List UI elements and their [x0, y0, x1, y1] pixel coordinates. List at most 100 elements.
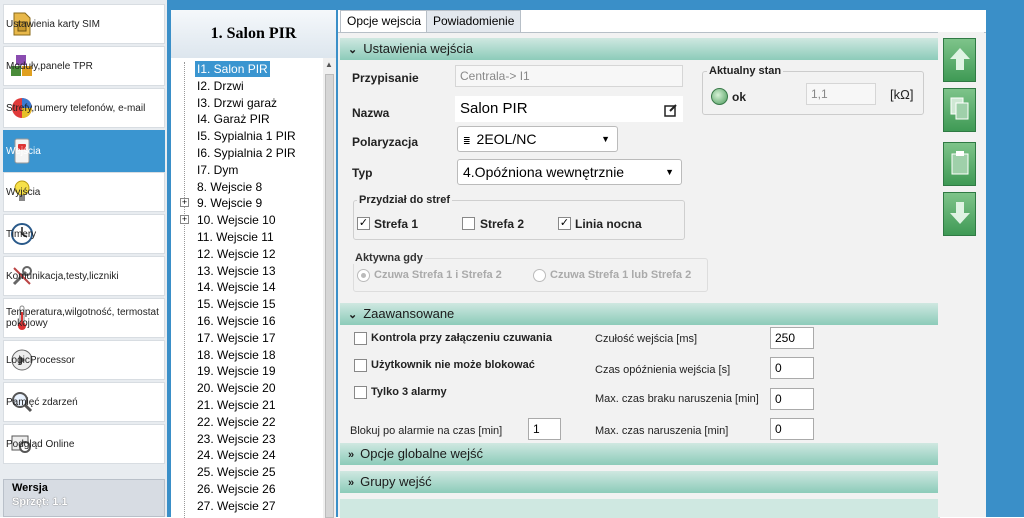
active-opt2-radio[interactable]: [533, 269, 546, 282]
tree-item[interactable]: I2. Drzwi: [195, 78, 246, 94]
scrollbar-thumb[interactable]: [325, 74, 334, 518]
nav-item-zones[interactable]: Strefy,numery telefonów, e-mail: [3, 88, 165, 128]
status-value: 1,1: [806, 83, 876, 105]
name-label: Nazwa: [352, 106, 390, 120]
paste-button[interactable]: [943, 142, 976, 186]
nav-item-outputs[interactable]: Wyjścia: [3, 172, 165, 212]
hardware-version: Sprzęt: 1.1: [12, 496, 68, 508]
nav-label: Strefy,numery telefonów, e-mail: [6, 102, 146, 114]
scroll-up-icon[interactable]: ▲: [325, 60, 333, 69]
tree-item[interactable]: 20. Wejscie 20: [195, 380, 278, 396]
max-no-violation-input[interactable]: 0: [770, 388, 814, 410]
nav-item-inputs[interactable]: Wejścia: [3, 130, 165, 172]
tab-input-options[interactable]: Opcje wejscia: [340, 10, 429, 32]
current-state-title: Aktualny stan: [707, 65, 784, 77]
tree-item[interactable]: 21. Wejscie 21: [195, 397, 278, 413]
section-input-settings[interactable]: ⌄ Ustawienia wejścia: [340, 38, 940, 60]
zone1-label: Strefa 1: [374, 217, 419, 231]
only-3-alarms-checkbox[interactable]: [354, 386, 367, 399]
active-opt1-radio[interactable]: [357, 269, 370, 282]
tree-item[interactable]: 12. Wejscie 12: [195, 246, 278, 262]
user-cannot-block-checkbox[interactable]: [354, 359, 367, 372]
nav-label: Ustawienia karty SIM: [6, 18, 100, 30]
zone1-checkbox[interactable]: ✓: [357, 217, 370, 230]
tree-item[interactable]: 17. Wejscie 17: [195, 330, 278, 346]
tree-connector: [184, 62, 185, 518]
nav-label: Wejścia: [6, 145, 41, 157]
zone2-checkbox[interactable]: [462, 217, 475, 230]
tree-item[interactable]: I4. Garaż PIR: [195, 111, 272, 127]
expand-chevron-icon: »: [348, 477, 355, 489]
tree-scrollbar[interactable]: ▲: [323, 58, 336, 518]
tree-item[interactable]: I1. Salon PIR: [195, 61, 270, 77]
type-value: 4.Opóźniona wewnętrznie: [463, 164, 625, 180]
section-title: Zaawansowane: [363, 306, 455, 321]
tree-item[interactable]: 9. Wejscie 9: [195, 195, 264, 211]
nav-item-event-memory[interactable]: Pamięć zdarzeń: [3, 382, 165, 422]
polarity-nc-icon: ≣: [463, 136, 471, 146]
tree-item[interactable]: 16. Wejscie 16: [195, 313, 278, 329]
move-down-button[interactable]: [943, 192, 976, 236]
move-up-button[interactable]: [943, 38, 976, 82]
main-panel: Opcje wejscia Powiadomienie ⌄ Ustawienia …: [338, 10, 986, 518]
tree-item[interactable]: 27. Wejscie 27: [195, 498, 278, 514]
copy-icon: [949, 96, 971, 125]
tree-item[interactable]: 14. Wejscie 14: [195, 279, 278, 295]
nav-item-logicprocessor[interactable]: LogicProcessor: [3, 340, 165, 380]
tree-item[interactable]: I5. Sypialnia 1 PIR: [195, 128, 298, 144]
section-input-groups[interactable]: » Grupy wejść: [340, 471, 940, 493]
nav-item-communication[interactable]: Komunikacja,testy,liczniki: [3, 256, 165, 296]
block-after-input[interactable]: 1: [528, 418, 561, 440]
expand-plus-icon[interactable]: +: [180, 198, 189, 208]
section-footer: [340, 499, 940, 518]
edit-icon[interactable]: [664, 101, 678, 125]
tree-item[interactable]: I7. Dym: [195, 162, 240, 178]
polarity-value: 2EOL/NC: [476, 131, 537, 147]
type-dropdown[interactable]: 4.Opóźniona wewnętrznie ▼: [457, 159, 682, 185]
chevron-down-icon: ▼: [601, 134, 610, 144]
expand-plus-icon[interactable]: +: [180, 215, 189, 225]
nav-item-timers[interactable]: Timery: [3, 214, 165, 254]
tree-item[interactable]: I3. Drzwi garaż: [195, 95, 279, 111]
sensitivity-input[interactable]: 250: [770, 327, 814, 349]
tree-item[interactable]: 28. Wejscie 28: [195, 515, 278, 518]
tree-item[interactable]: 23. Wejscie 23: [195, 431, 278, 447]
tree-item[interactable]: 19. Wejscie 19: [195, 363, 278, 379]
night-line-checkbox[interactable]: ✓: [558, 217, 571, 230]
nav-item-temperature[interactable]: Temperatura,wilgotność, termostat pokojo…: [3, 298, 165, 338]
tree-item[interactable]: 25. Wejscie 25: [195, 464, 278, 480]
expand-chevron-icon: »: [348, 449, 355, 461]
nav-item-modules[interactable]: Moduły,panele TPR: [3, 46, 165, 86]
section-global-options[interactable]: » Opcje globalne wejść: [340, 443, 940, 465]
tree-item[interactable]: 26. Wejscie 26: [195, 481, 278, 497]
section-title: Ustawienia wejścia: [363, 41, 474, 56]
max-violation-input[interactable]: 0: [770, 418, 814, 440]
tree-item[interactable]: 24. Wejscie 24: [195, 447, 278, 463]
zone2-label: Strefa 2: [480, 217, 525, 231]
nav-item-online-preview[interactable]: Podgląd Online: [3, 424, 165, 464]
nav-item-sim[interactable]: Ustawienia karty SIM: [3, 4, 165, 44]
entry-delay-input[interactable]: 0: [770, 357, 814, 379]
tree-item[interactable]: I6. Sypialnia 2 PIR: [195, 145, 298, 161]
app-window: Ustawienia karty SIM Moduły,panele TPR S…: [0, 0, 1024, 518]
tree-item[interactable]: 11. Wejscie 11: [195, 229, 276, 245]
version-title: Wersja: [12, 482, 48, 494]
tree-item[interactable]: 13. Wejscie 13: [195, 263, 278, 279]
collapse-chevron-icon: ⌄: [348, 309, 358, 321]
assignment-field: Centrala-> I1: [455, 65, 683, 87]
name-field[interactable]: Salon PIR: [455, 96, 683, 122]
assignment-label: Przypisanie: [352, 71, 419, 85]
tree-item[interactable]: 22. Wejscie 22: [195, 414, 278, 430]
section-advanced[interactable]: ⌄ Zaawansowane: [340, 303, 940, 325]
tab-notification[interactable]: Powiadomienie: [426, 10, 522, 32]
tree-item[interactable]: 18. Wejscie 18: [195, 347, 278, 363]
tree-item[interactable]: 10. Wejscie 10: [195, 212, 278, 228]
control-on-arm-checkbox[interactable]: [354, 332, 367, 345]
block-after-label: Blokuj po alarmie na czas [min]: [350, 425, 503, 437]
status-led-icon: [711, 88, 728, 105]
copy-button[interactable]: [943, 88, 976, 132]
nav-label: Moduły,panele TPR: [6, 60, 93, 72]
tree-item[interactable]: 15. Wejscie 15: [195, 296, 278, 312]
polarity-dropdown[interactable]: ≣ 2EOL/NC ▼: [457, 126, 618, 152]
tree-item[interactable]: 8. Wejscie 8: [195, 179, 264, 195]
